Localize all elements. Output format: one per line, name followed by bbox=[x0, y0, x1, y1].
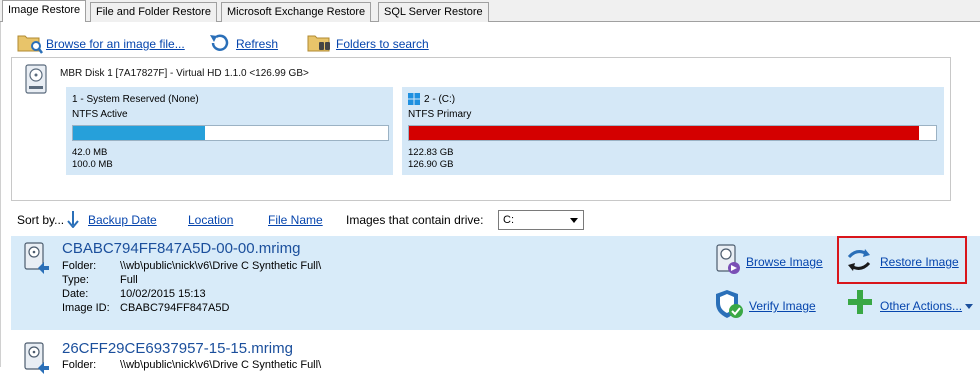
other-actions-label: Other Actions... bbox=[880, 299, 963, 313]
partition-type: NTFS Primary bbox=[408, 109, 472, 120]
meta-key: Folder: bbox=[62, 260, 97, 272]
tab-bar: Image Restore File and Folder Restore Mi… bbox=[0, 0, 980, 23]
refresh-link[interactable]: Refresh bbox=[236, 37, 278, 51]
drive-filter-label: Images that contain drive: bbox=[346, 213, 484, 227]
partition-used-size: 122.83 GB bbox=[408, 147, 454, 158]
meta-key: Image ID: bbox=[62, 302, 110, 314]
chevron-down-icon bbox=[570, 218, 578, 223]
drive-filter-value: C: bbox=[503, 214, 514, 226]
sort-location-link[interactable]: Location bbox=[188, 213, 233, 227]
image-file-name[interactable]: CBABC794FF847A5D-00-00.mrimg bbox=[62, 240, 300, 257]
restore-image-link[interactable]: Restore Image bbox=[880, 255, 959, 269]
image-list-item[interactable]: CBABC794FF847A5D-00-00.mrimg Folder: \\w… bbox=[11, 236, 980, 330]
meta-key: Type: bbox=[62, 274, 89, 286]
partition-total-size: 126.90 GB bbox=[408, 159, 454, 170]
disk-image-icon bbox=[24, 342, 49, 374]
partition-c-drive[interactable]: 2 - (C:) NTFS Primary 122.83 GB 126.90 G… bbox=[402, 87, 944, 175]
meta-key: Date: bbox=[62, 288, 89, 300]
folder-binoculars-icon bbox=[307, 35, 330, 52]
meta-value: \\wb\public\nick\v6\Drive C Synthetic Fu… bbox=[120, 260, 322, 272]
partition-system-reserved[interactable]: 1 - System Reserved (None) NTFS Active 4… bbox=[66, 87, 393, 175]
disk-title: MBR Disk 1 [7A17827F] - Virtual HD 1.1.0… bbox=[60, 68, 309, 79]
folder-search-icon bbox=[17, 35, 43, 54]
browse-image-icon bbox=[716, 244, 740, 274]
meta-key: Folder: bbox=[62, 359, 97, 371]
partition-usage-bar bbox=[408, 125, 937, 141]
tab-exchange-restore[interactable]: Microsoft Exchange Restore bbox=[221, 2, 372, 22]
tab-sql-restore[interactable]: SQL Server Restore bbox=[378, 2, 489, 22]
browse-image-file-link[interactable]: Browse for an image file... bbox=[46, 37, 185, 51]
verify-image-link[interactable]: Verify Image bbox=[749, 299, 816, 313]
drive-filter-select[interactable]: C: bbox=[498, 210, 584, 230]
shield-check-icon bbox=[716, 290, 743, 318]
partition-usage-fill bbox=[409, 126, 920, 140]
image-file-name[interactable]: 26CFF29CE6937957-15-15.mrimg bbox=[62, 340, 293, 357]
partition-used-size: 42.0 MB bbox=[72, 147, 108, 158]
tab-file-folder-restore[interactable]: File and Folder Restore bbox=[90, 2, 217, 22]
refresh-icon bbox=[210, 34, 229, 51]
hard-disk-icon bbox=[25, 64, 47, 94]
windows-logo-icon bbox=[408, 93, 420, 105]
folders-to-search-link[interactable]: Folders to search bbox=[336, 37, 429, 51]
restore-arrows-icon bbox=[847, 249, 871, 271]
image-list-item[interactable]: 26CFF29CE6937957-15-15.mrimg Folder: \\w… bbox=[11, 336, 980, 376]
sort-backup-date-link[interactable]: Backup Date bbox=[88, 213, 157, 227]
meta-value: Full bbox=[120, 274, 138, 286]
meta-value: 10/02/2015 15:13 bbox=[120, 288, 206, 300]
sort-file-name-link[interactable]: File Name bbox=[268, 213, 323, 227]
browse-image-link[interactable]: Browse Image bbox=[746, 255, 823, 269]
other-actions-link[interactable]: Other Actions... bbox=[880, 299, 974, 313]
partition-type: NTFS Active bbox=[72, 109, 128, 120]
chevron-down-icon bbox=[965, 304, 974, 310]
sort-descending-arrow-icon[interactable] bbox=[66, 210, 80, 228]
partition-title: 1 - System Reserved (None) bbox=[72, 94, 199, 105]
meta-value: CBABC794FF847A5D bbox=[120, 302, 230, 314]
tab-image-restore[interactable]: Image Restore bbox=[2, 0, 87, 23]
sort-by-label: Sort by... bbox=[17, 213, 65, 227]
partition-total-size: 100.0 MB bbox=[72, 159, 113, 170]
partition-usage-bar bbox=[72, 125, 389, 141]
image-restore-panel: Browse for an image file... Refresh Fold… bbox=[0, 22, 980, 374]
partition-usage-fill bbox=[73, 126, 206, 140]
sort-bar: Sort by... Backup Date Location File Nam… bbox=[17, 210, 977, 230]
meta-value: \\wb\public\nick\v6\Drive C Synthetic Fu… bbox=[120, 359, 322, 371]
disk-layout-panel: MBR Disk 1 [7A17827F] - Virtual HD 1.1.0… bbox=[11, 57, 951, 201]
partition-title: 2 - (C:) bbox=[424, 94, 456, 105]
plus-icon bbox=[848, 290, 872, 314]
disk-image-icon bbox=[24, 242, 49, 274]
